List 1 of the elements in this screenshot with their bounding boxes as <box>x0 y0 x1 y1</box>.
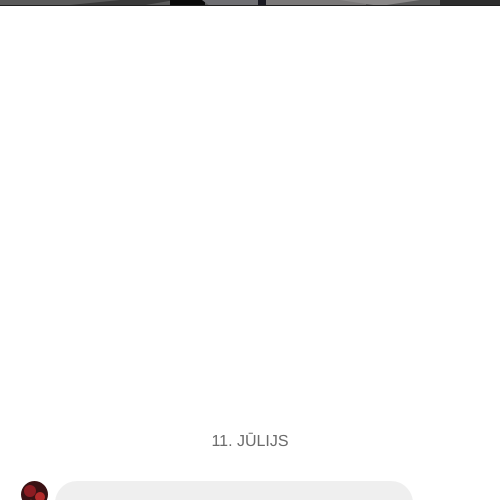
date-separator: 11. JŪLIJS <box>210 432 290 452</box>
